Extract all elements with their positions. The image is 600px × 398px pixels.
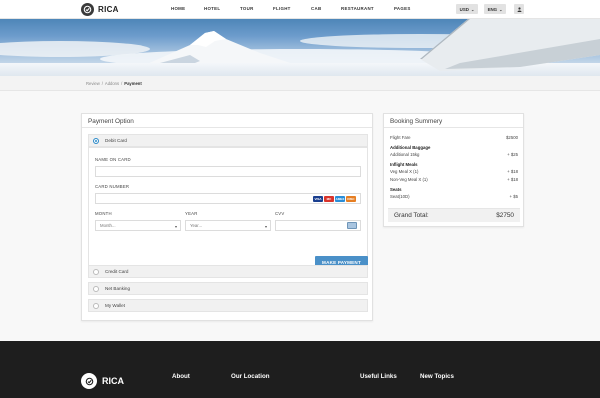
- my-wallet-option[interactable]: My Wallet: [88, 299, 368, 312]
- cvv-card-icon: [347, 222, 357, 229]
- breadcrumb-payment: Payment: [124, 81, 142, 86]
- amex-icon: AMEX: [335, 196, 345, 202]
- footer-topics-heading: New Topics: [420, 373, 454, 380]
- card-brand-logos: VISA MC AMEX DISC: [313, 196, 356, 202]
- user-icon: [517, 6, 521, 12]
- payment-title: Payment Option: [82, 114, 372, 128]
- year-select-value: Year...: [190, 223, 203, 228]
- year-label: YEAR: [185, 211, 198, 216]
- veg-meal-value: + $18: [507, 169, 518, 174]
- card-number-input[interactable]: VISA MC AMEX DISC: [95, 193, 361, 204]
- language-select[interactable]: ENG ⌄: [484, 4, 506, 14]
- footer-brand-name: RICA: [102, 376, 124, 386]
- baggage-row: Additional 15kg + $25: [390, 152, 518, 157]
- nav-cab[interactable]: CAB: [311, 6, 321, 11]
- grand-total-row: Grand Total: $2750: [388, 208, 520, 222]
- grand-total-label: Grand Total:: [394, 212, 429, 219]
- footer-links-heading: Useful Links: [360, 373, 397, 380]
- payment-option-card: Payment Option Debit Card NAME ON CARD C…: [81, 113, 373, 321]
- site-footer: RICA About Our Location Useful Links New…: [0, 341, 600, 398]
- nonveg-meal-label: Non-Veg Meal X (1): [390, 177, 428, 182]
- currency-select[interactable]: USD ⌄: [456, 4, 478, 14]
- year-select[interactable]: Year... ▾: [185, 220, 271, 231]
- main-nav: HOME HOTEL TOUR FLIGHT CAB RESTAURANT PA…: [0, 6, 600, 14]
- month-select-value: Month...: [100, 223, 116, 228]
- footer-about-heading: About: [172, 373, 190, 380]
- month-label: MONTH: [95, 211, 112, 216]
- seats-heading: Seats: [390, 187, 402, 192]
- grand-total-value: $2750: [496, 212, 514, 219]
- language-value: ENG: [487, 6, 498, 12]
- caret-down-icon: ▾: [264, 224, 267, 229]
- cvv-label: CVV: [275, 211, 285, 216]
- mastercard-icon: MC: [324, 196, 334, 202]
- month-select[interactable]: Month... ▾: [95, 220, 181, 231]
- breadcrumb-separator: /: [101, 81, 103, 86]
- veg-meal-label: Veg Meal X (1): [390, 169, 419, 174]
- nonveg-meal-value: + $18: [507, 177, 518, 182]
- user-account-button[interactable]: [514, 4, 524, 14]
- discover-icon: DISC: [346, 196, 356, 202]
- debit-card-option[interactable]: Debit Card: [88, 134, 368, 147]
- card-number-label: CARD NUMBER: [95, 184, 130, 189]
- mountain-wing-illustration: [0, 19, 600, 76]
- booking-title: Booking Summery: [384, 114, 523, 128]
- nav-tour[interactable]: TOUR: [240, 6, 254, 11]
- nav-home[interactable]: HOME: [171, 6, 185, 11]
- debit-card-radio[interactable]: [93, 137, 99, 144]
- footer-logo[interactable]: RICA: [81, 373, 124, 389]
- credit-card-radio[interactable]: [93, 268, 99, 275]
- credit-card-label: Credit Card: [105, 269, 129, 274]
- seat-label: Seat(10D): [390, 194, 410, 199]
- seat-value: + $5: [509, 194, 518, 199]
- flight-fare-value: $2500: [506, 135, 518, 140]
- caret-down-icon: ▾: [174, 224, 177, 229]
- veg-meal-row: Veg Meal X (1) + $18: [390, 169, 518, 174]
- debit-card-label: Debit Card: [105, 138, 127, 143]
- seat-row: Seat(10D) + $5: [390, 194, 518, 199]
- visa-icon: VISA: [313, 196, 323, 202]
- name-on-card-label: NAME ON CARD: [95, 157, 131, 162]
- breadcrumb-addons[interactable]: Addons: [105, 81, 119, 86]
- credit-card-option[interactable]: Credit Card: [88, 265, 368, 278]
- chevron-down-icon: ⌄: [499, 6, 503, 12]
- flight-fare-label: Flight Fare: [390, 135, 411, 140]
- my-wallet-radio[interactable]: [93, 302, 99, 309]
- name-on-card-input[interactable]: [95, 166, 361, 177]
- nav-flight[interactable]: FLIGHT: [273, 6, 291, 11]
- net-banking-radio[interactable]: [93, 285, 99, 292]
- breadcrumb-review[interactable]: Review: [86, 81, 100, 86]
- baggage-label: Additional 15kg: [390, 152, 420, 157]
- breadcrumb-bar: Review / Addons / Payment: [0, 76, 600, 91]
- meals-heading: Inflight Meals: [390, 162, 418, 167]
- hero-banner: [0, 19, 600, 76]
- nav-restaurant[interactable]: RESTAURANT: [341, 6, 374, 11]
- debit-card-form: NAME ON CARD CARD NUMBER VISA MC AMEX DI…: [88, 147, 368, 277]
- my-wallet-label: My Wallet: [105, 303, 125, 308]
- currency-value: USD: [459, 6, 469, 12]
- baggage-heading: Additional Baggage: [390, 145, 431, 150]
- breadcrumb: Review / Addons / Payment: [86, 81, 142, 86]
- nav-hotel[interactable]: HOTEL: [204, 6, 220, 11]
- chevron-down-icon: ⌄: [470, 6, 475, 12]
- nav-pages[interactable]: PAGES: [394, 6, 411, 11]
- flight-fare-row: Flight Fare $2500: [390, 135, 518, 140]
- booking-summary-card: Booking Summery Flight Fare $2500 Additi…: [383, 113, 524, 227]
- net-banking-label: Net Banking: [105, 286, 131, 291]
- footer-location-heading: Our Location: [231, 373, 270, 380]
- top-navbar: RICA HOME HOTEL TOUR FLIGHT CAB RESTAURA…: [0, 0, 600, 19]
- cvv-input[interactable]: [275, 220, 361, 231]
- nonveg-meal-row: Non-Veg Meal X (1) + $18: [390, 177, 518, 182]
- check-circle-icon: [81, 373, 97, 389]
- baggage-value: + $25: [507, 152, 518, 157]
- breadcrumb-separator: /: [121, 81, 123, 86]
- net-banking-option[interactable]: Net Banking: [88, 282, 368, 295]
